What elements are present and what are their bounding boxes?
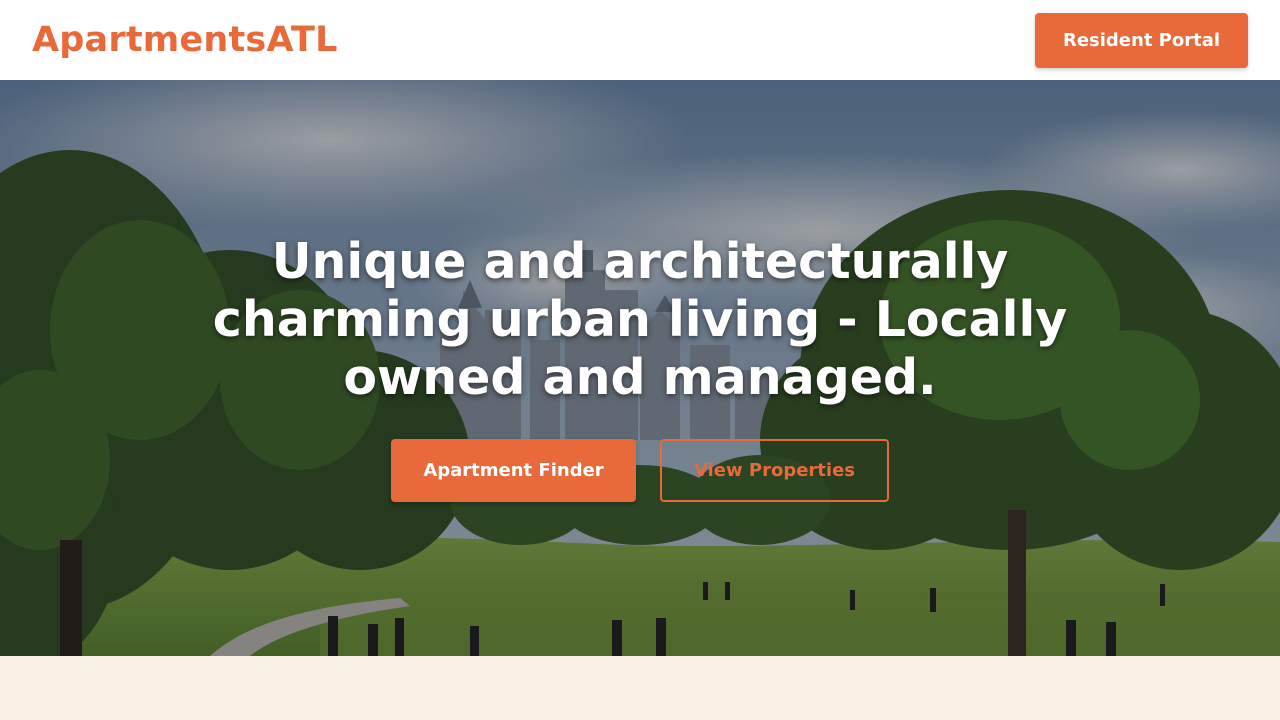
site-logo[interactable]: ApartmentsATL	[32, 19, 338, 61]
hero-section: Unique and architecturally charming urba…	[0, 80, 1280, 656]
apartment-finder-button[interactable]: Apartment Finder	[391, 439, 636, 502]
content-section	[0, 656, 1280, 720]
view-properties-button[interactable]: View Properties	[660, 439, 889, 502]
hero-actions: Apartment Finder View Properties	[0, 80, 1280, 656]
resident-portal-button[interactable]: Resident Portal	[1035, 13, 1248, 68]
site-header: ApartmentsATL Resident Portal	[0, 0, 1280, 80]
